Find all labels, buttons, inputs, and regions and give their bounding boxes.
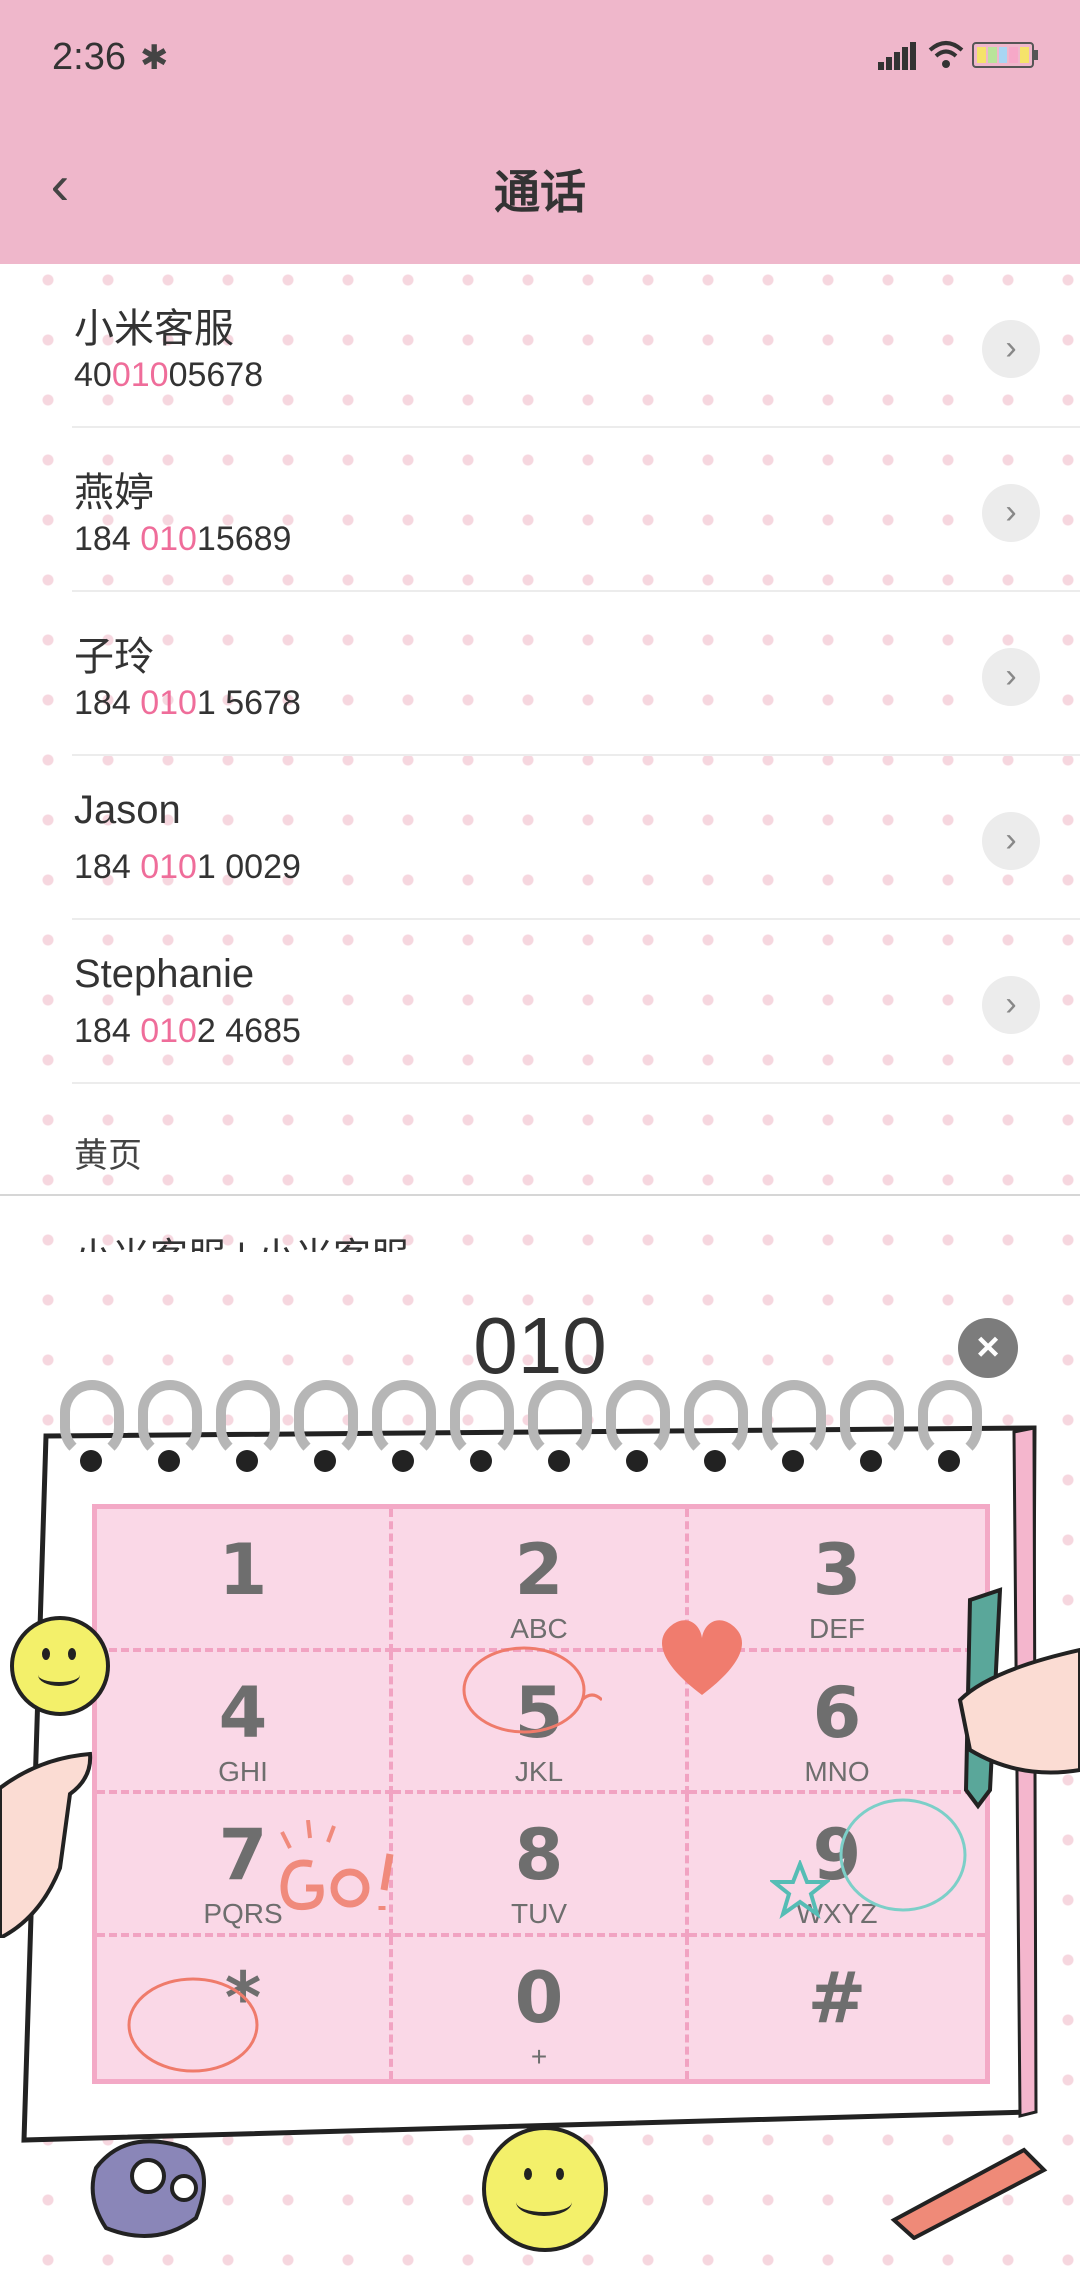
- go-doodle: [280, 1820, 394, 1911]
- contact-name: 子玲: [74, 635, 154, 679]
- close-icon: ×: [976, 1325, 1000, 1369]
- divider: [72, 1082, 1080, 1084]
- contact-row[interactable]: 子玲 184 0101 5678 ›: [0, 592, 1080, 756]
- section-header-yellow-pages: 黄页: [74, 1137, 142, 1175]
- wifi-icon: [928, 41, 964, 68]
- contact-name: 小米客服: [74, 307, 234, 351]
- circle-doodle-5: [462, 1646, 602, 1734]
- contact-detail-button[interactable]: ›: [982, 812, 1040, 870]
- star-icon: [770, 1860, 830, 1919]
- page-title: 通话: [494, 166, 586, 218]
- key-1[interactable]: 1: [97, 1509, 393, 1652]
- contact-detail-button[interactable]: ›: [982, 648, 1040, 706]
- section-divider: [0, 1194, 1080, 1196]
- contact-number: 184 0102 4685: [74, 1012, 301, 1050]
- key-8[interactable]: 8 TUV: [393, 1794, 689, 1937]
- smiley-icon: [10, 1616, 110, 1716]
- app-header: 2:36 ✱ ‹ 通话: [0, 0, 1080, 264]
- contact-list: 小米客服 4001005678 › 燕婷 184 01015689 › 子玲 1…: [0, 264, 1080, 1084]
- contact-row[interactable]: Jason 184 0101 0029 ›: [0, 756, 1080, 920]
- dial-input-display[interactable]: 010: [0, 1300, 1080, 1392]
- signal-icon: [878, 42, 916, 70]
- circle-doodle-star: [127, 1977, 259, 2073]
- contact-name: 燕婷: [74, 471, 154, 515]
- bluetooth-icon: ✱: [140, 39, 169, 77]
- battery-cap: [1034, 50, 1038, 60]
- hand-left-illustration: [0, 1751, 93, 1938]
- key-2[interactable]: 2 ABC: [393, 1509, 689, 1652]
- contact-row[interactable]: 小米客服 4001005678 ›: [0, 264, 1080, 428]
- marker-pen-illustration: [890, 2147, 1048, 2240]
- contact-detail-button[interactable]: ›: [982, 976, 1040, 1034]
- heart-icon: [662, 1620, 742, 1695]
- contact-number: 184 0101 0029: [74, 848, 301, 886]
- contact-detail-button[interactable]: ›: [982, 320, 1040, 378]
- chevron-right-icon: ›: [1005, 329, 1017, 367]
- yellow-pages-item[interactable]: 小米客服 | 小米客服: [74, 1228, 494, 1252]
- contact-detail-button[interactable]: ›: [982, 484, 1040, 542]
- status-bar: 2:36 ✱: [0, 0, 1080, 120]
- contact-name: Stephanie: [74, 952, 255, 996]
- chevron-right-icon: ›: [1005, 985, 1017, 1023]
- chevron-right-icon: ›: [1005, 657, 1017, 695]
- notebook-rings: [60, 1380, 1020, 1480]
- key-hash[interactable]: #: [689, 1937, 985, 2080]
- chevron-right-icon: ›: [1005, 821, 1017, 859]
- contact-number: 4001005678: [74, 356, 264, 394]
- battery-icon: [972, 42, 1034, 68]
- contact-row[interactable]: 燕婷 184 01015689 ›: [0, 428, 1080, 592]
- status-time: 2:36: [52, 36, 126, 78]
- chevron-right-icon: ›: [1005, 493, 1017, 531]
- contact-row[interactable]: Stephanie 184 0102 4685 ›: [0, 920, 1080, 1084]
- smiley-icon: [482, 2126, 608, 2252]
- contact-number: 184 0101 5678: [74, 684, 301, 722]
- key-0[interactable]: 0 +: [393, 1936, 689, 2079]
- tape-dispenser-illustration: [90, 2139, 206, 2238]
- hand-pen-illustration: [957, 1587, 1080, 1810]
- contact-number: 184 01015689: [74, 520, 292, 558]
- key-4[interactable]: 4 GHI: [97, 1651, 393, 1794]
- contact-name: Jason: [74, 788, 181, 832]
- clear-button[interactable]: ×: [958, 1318, 1018, 1378]
